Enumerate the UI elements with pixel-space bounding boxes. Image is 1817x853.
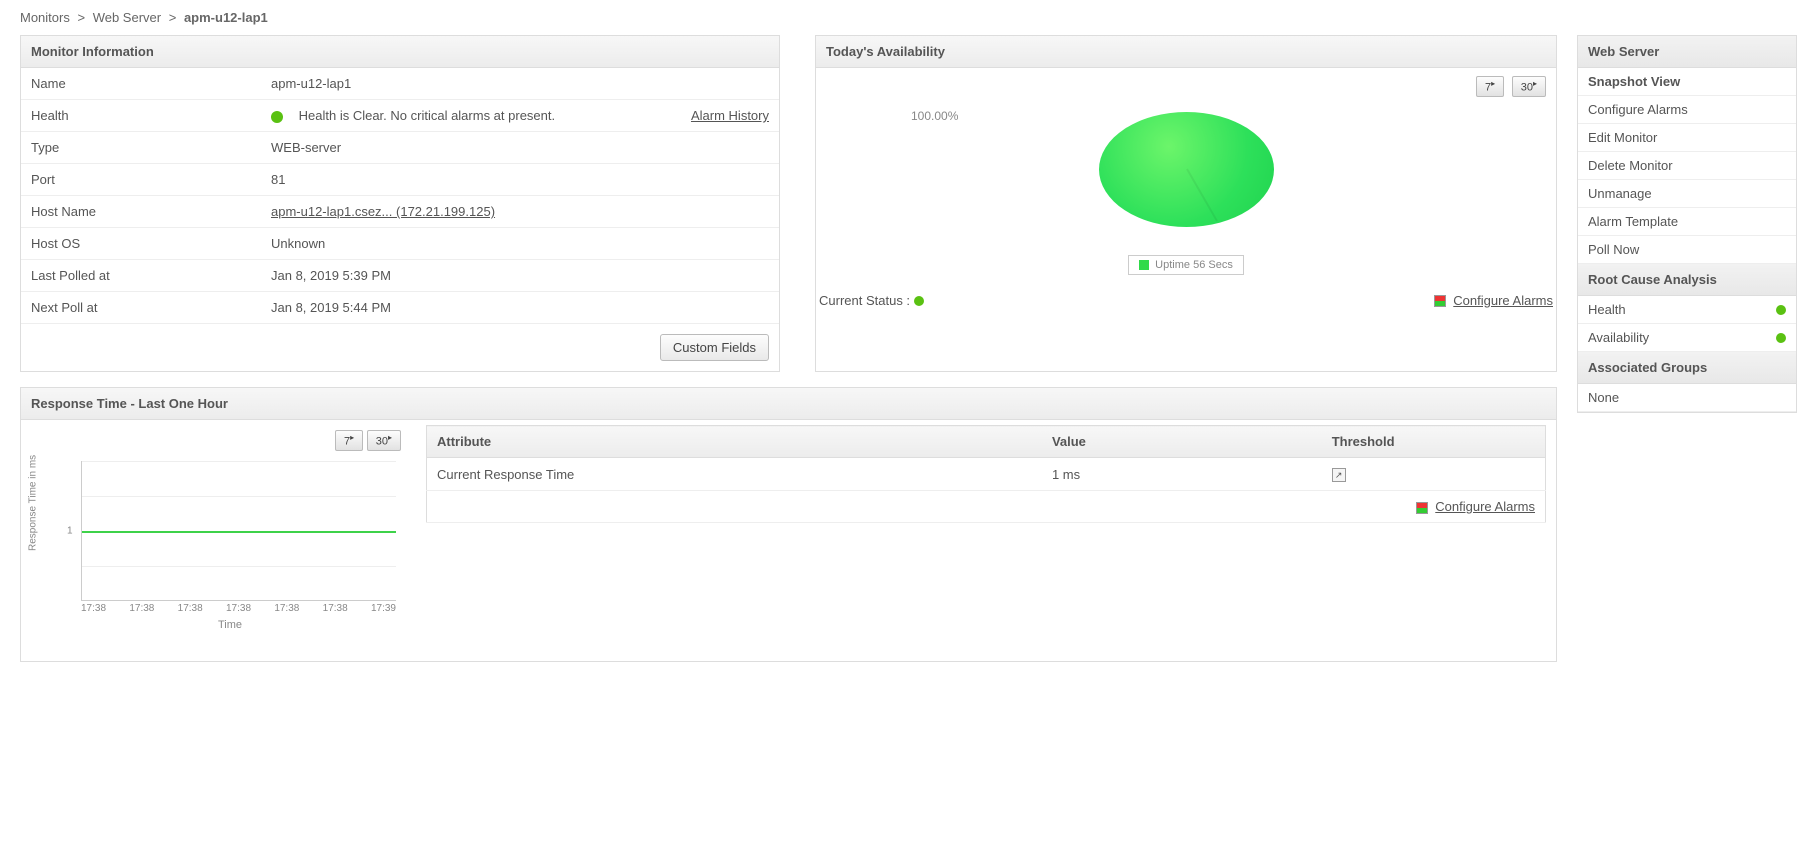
- info-row-name: Name apm-u12-lap1: [21, 68, 779, 100]
- info-row-nextpoll: Next Poll at Jan 8, 2019 5:44 PM: [21, 292, 779, 324]
- breadcrumb-group[interactable]: Web Server: [93, 10, 161, 25]
- y-tick: 1: [67, 525, 73, 536]
- resp-range-30-button[interactable]: 30▸: [367, 430, 401, 451]
- info-row-health: Health Health is Clear. No critical alar…: [21, 100, 779, 132]
- sidebar-item-alarm-template[interactable]: Alarm Template: [1578, 208, 1796, 236]
- info-row-port: Port 81: [21, 164, 779, 196]
- health-dot-icon: [1776, 333, 1786, 343]
- rca-availability-row[interactable]: Availability: [1578, 324, 1796, 352]
- response-time-panel: Response Time - Last One Hour 7▸ 30▸ Res…: [20, 387, 1557, 662]
- legend-swatch-icon: [1139, 260, 1149, 270]
- rca-health-row[interactable]: Health: [1578, 296, 1796, 324]
- breadcrumb: Monitors > Web Server > apm-u12-lap1: [20, 0, 1797, 35]
- panel-title-availability: Today's Availability: [816, 36, 1556, 68]
- sidebar-header-rca: Root Cause Analysis: [1578, 264, 1796, 296]
- col-value: Value: [1042, 426, 1322, 458]
- panel-title-monitor-info: Monitor Information: [21, 36, 779, 68]
- response-time-table: Attribute Value Threshold Current Respon…: [426, 425, 1546, 523]
- resp-range-7-button[interactable]: 7▸: [335, 430, 363, 451]
- monitor-information-panel: Monitor Information Name apm-u12-lap1 He…: [20, 35, 780, 372]
- sidebar-item-poll-now[interactable]: Poll Now: [1578, 236, 1796, 264]
- sidebar-header-assoc-groups: Associated Groups: [1578, 352, 1796, 384]
- health-dot-icon: [271, 111, 283, 123]
- x-ticks: 17:38 17:38 17:38 17:38 17:38 17:38 17:3…: [81, 603, 396, 614]
- sidebar-header-webserver: Web Server: [1578, 36, 1796, 68]
- table-row: Current Response Time 1 ms ↗: [427, 458, 1546, 491]
- info-row-type: Type WEB-server: [21, 132, 779, 164]
- panel-title-response: Response Time - Last One Hour: [21, 388, 1556, 420]
- availability-panel: Today's Availability 7▸ 30▸ 100.00%: [815, 35, 1557, 372]
- info-row-lastpoll: Last Polled at Jan 8, 2019 5:39 PM: [21, 260, 779, 292]
- configure-alarms-icon: [1416, 502, 1428, 514]
- breadcrumb-current: apm-u12-lap1: [184, 10, 268, 25]
- breadcrumb-monitors[interactable]: Monitors: [20, 10, 70, 25]
- assoc-groups-none: None: [1578, 384, 1796, 412]
- response-time-line-chart: Response Time in ms 1 17:38 17:38: [59, 461, 401, 641]
- configure-alarms-link-availability[interactable]: Configure Alarms: [1453, 293, 1553, 308]
- alarm-history-link[interactable]: Alarm History: [691, 108, 769, 123]
- info-row-hostname: Host Name apm-u12-lap1.csez... (172.21.1…: [21, 196, 779, 228]
- current-status-label: Current Status :: [819, 293, 910, 308]
- data-line: [82, 531, 396, 533]
- col-attribute: Attribute: [427, 426, 1042, 458]
- sidebar-item-snapshot-view[interactable]: Snapshot View: [1578, 68, 1796, 96]
- status-dot-icon: [914, 296, 924, 306]
- custom-fields-button[interactable]: Custom Fields: [660, 334, 769, 361]
- configure-alarms-link-response[interactable]: Configure Alarms: [1435, 499, 1535, 514]
- health-dot-icon: [1776, 305, 1786, 315]
- configure-alarms-icon: [1434, 295, 1446, 307]
- sidebar: Web Server Snapshot View Configure Alarm…: [1577, 35, 1797, 413]
- info-row-hostos: Host OS Unknown: [21, 228, 779, 260]
- sidebar-item-delete-monitor[interactable]: Delete Monitor: [1578, 152, 1796, 180]
- sidebar-item-unmanage[interactable]: Unmanage: [1578, 180, 1796, 208]
- hostname-link[interactable]: apm-u12-lap1.csez... (172.21.199.125): [271, 204, 495, 219]
- range-7-button[interactable]: 7▸: [1476, 76, 1504, 97]
- y-axis-label: Response Time in ms: [28, 455, 39, 551]
- threshold-edit-icon[interactable]: ↗: [1332, 468, 1346, 482]
- sidebar-item-edit-monitor[interactable]: Edit Monitor: [1578, 124, 1796, 152]
- range-30-button[interactable]: 30▸: [1512, 76, 1546, 97]
- col-threshold: Threshold: [1322, 426, 1546, 458]
- x-axis-label: Time: [59, 619, 401, 631]
- pie-percent-label: 100.00%: [911, 109, 958, 123]
- pie-legend: Uptime 56 Secs: [1128, 255, 1244, 275]
- sidebar-item-configure-alarms[interactable]: Configure Alarms: [1578, 96, 1796, 124]
- availability-pie-chart: [1099, 112, 1274, 247]
